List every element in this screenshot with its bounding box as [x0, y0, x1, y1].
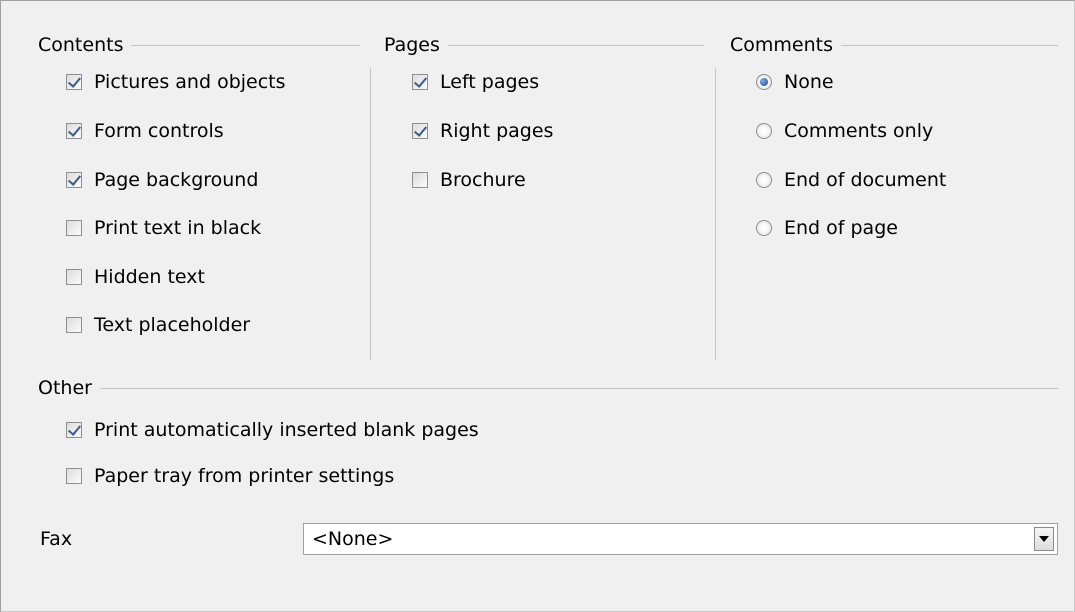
pages-title: Pages: [384, 34, 440, 56]
comments-none-radio[interactable]: None: [756, 68, 834, 96]
checkbox-unchecked-icon: [66, 220, 82, 236]
checkbox-checked-icon: [66, 422, 82, 438]
hidden-text-checkbox[interactable]: Hidden text: [66, 263, 205, 291]
pages-rule: [447, 44, 704, 46]
dropdown-button[interactable]: [1034, 527, 1054, 551]
comments-title: Comments: [730, 34, 833, 56]
checkbox-label: Hidden text: [94, 266, 205, 288]
print-blank-pages-checkbox[interactable]: Print automatically inserted blank pages: [66, 416, 479, 444]
other-rule: [99, 387, 1058, 389]
print-text-in-black-checkbox[interactable]: Print text in black: [66, 214, 261, 242]
comments-section-header: Comments: [730, 33, 1058, 57]
comments-only-radio[interactable]: Comments only: [756, 117, 933, 145]
checkbox-label: Print automatically inserted blank pages: [94, 419, 479, 441]
contents-section-header: Contents: [38, 33, 360, 57]
other-section-header: Other: [38, 376, 1058, 400]
fax-select-value: <None>: [312, 528, 394, 550]
right-pages-checkbox[interactable]: Right pages: [412, 117, 553, 145]
checkbox-unchecked-icon: [412, 172, 428, 188]
checkbox-unchecked-icon: [66, 468, 82, 484]
checkbox-unchecked-icon: [66, 317, 82, 333]
paper-tray-checkbox[interactable]: Paper tray from printer settings: [66, 462, 394, 490]
checkbox-checked-icon: [412, 74, 428, 90]
text-placeholder-checkbox[interactable]: Text placeholder: [66, 311, 250, 339]
brochure-checkbox[interactable]: Brochure: [412, 166, 526, 194]
checkbox-label: Paper tray from printer settings: [94, 465, 395, 487]
other-title: Other: [38, 377, 92, 399]
fax-label: Fax: [40, 528, 73, 550]
end-of-page-radio[interactable]: End of page: [756, 214, 898, 242]
pages-section-header: Pages: [384, 33, 704, 57]
fax-select[interactable]: <None>: [303, 523, 1058, 555]
comments-rule: [841, 44, 1058, 46]
radio-unselected-icon: [756, 220, 772, 236]
checkbox-label: Pictures and objects: [94, 71, 286, 93]
checkbox-label: Page background: [94, 169, 259, 191]
radio-label: Comments only: [784, 120, 934, 142]
checkbox-label: Form controls: [94, 120, 224, 142]
pictures-and-objects-checkbox[interactable]: Pictures and objects: [66, 68, 286, 96]
contents-title: Contents: [38, 34, 124, 56]
column-divider-2: [715, 68, 716, 360]
left-pages-checkbox[interactable]: Left pages: [412, 68, 539, 96]
checkbox-checked-icon: [66, 123, 82, 139]
contents-rule: [131, 44, 360, 46]
radio-label: None: [784, 71, 834, 93]
radio-selected-icon: [756, 74, 772, 90]
checkbox-label: Brochure: [440, 169, 526, 191]
chevron-down-icon: [1039, 536, 1049, 542]
page-background-checkbox[interactable]: Page background: [66, 166, 258, 194]
radio-unselected-icon: [756, 123, 772, 139]
column-divider-1: [370, 68, 371, 360]
checkbox-label: Text placeholder: [94, 314, 251, 336]
radio-label: End of document: [784, 169, 947, 191]
radio-unselected-icon: [756, 172, 772, 188]
form-controls-checkbox[interactable]: Form controls: [66, 117, 224, 145]
checkbox-checked-icon: [66, 172, 82, 188]
checkbox-label: Print text in black: [94, 217, 262, 239]
checkbox-checked-icon: [66, 74, 82, 90]
radio-label: End of page: [784, 217, 898, 239]
checkbox-checked-icon: [412, 123, 428, 139]
checkbox-label: Left pages: [440, 71, 540, 93]
end-of-document-radio[interactable]: End of document: [756, 166, 946, 194]
checkbox-label: Right pages: [440, 120, 554, 142]
checkbox-unchecked-icon: [66, 269, 82, 285]
